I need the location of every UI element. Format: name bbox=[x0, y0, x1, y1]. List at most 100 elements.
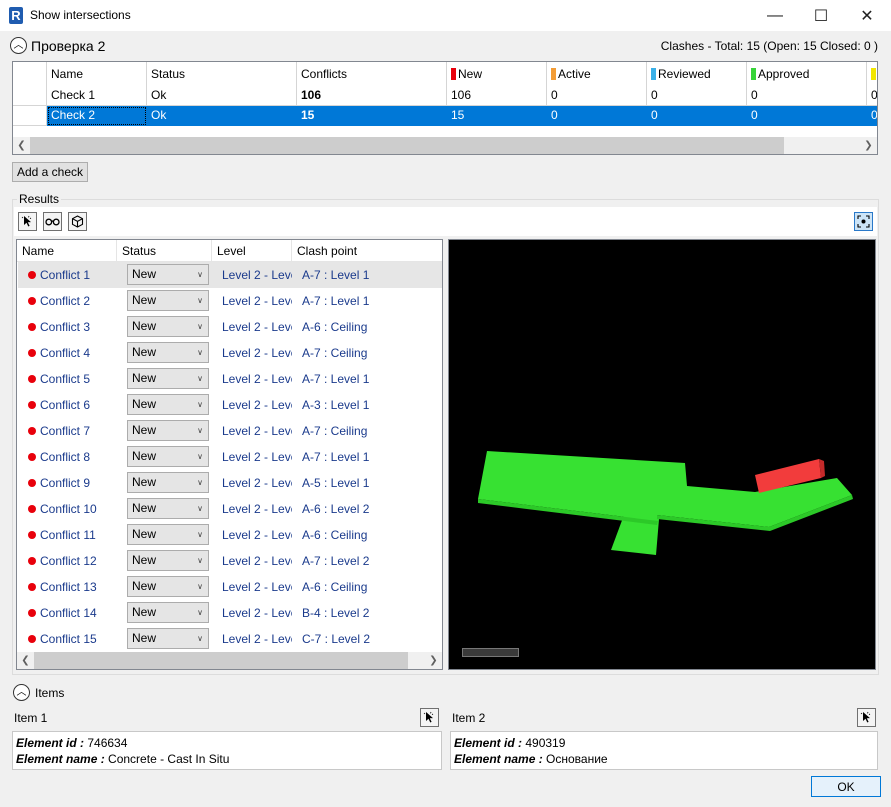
conflict-name[interactable]: Conflict 8 bbox=[40, 450, 90, 464]
check-active-cell[interactable]: 0 bbox=[547, 106, 647, 126]
conflict-status-dropdown[interactable]: New ∨ bbox=[127, 342, 209, 363]
check-conflicts-cell[interactable]: 15 bbox=[297, 106, 447, 126]
collapse-items-icon[interactable]: ︿ bbox=[13, 684, 30, 701]
conflict-name[interactable]: Conflict 5 bbox=[40, 372, 90, 386]
zoom-fit-icon[interactable] bbox=[854, 212, 873, 231]
conflict-status-dropdown[interactable]: New ∨ bbox=[127, 264, 209, 285]
ok-button[interactable]: OK bbox=[811, 776, 881, 797]
check-approved-cell[interactable]: 0 bbox=[747, 106, 867, 126]
checks-grid-hscrollbar[interactable]: ❮ ❯ bbox=[13, 137, 877, 154]
list-col-clash-point[interactable]: Clash point bbox=[292, 240, 442, 262]
check-status-cell[interactable]: Ok bbox=[147, 106, 297, 126]
scroll-left-icon[interactable]: ❮ bbox=[13, 137, 30, 154]
conflict-row[interactable]: Conflict 11 New ∨ Level 2 - Leve A-6 : Ceili… bbox=[18, 522, 442, 548]
conflict-status-dropdown[interactable]: New ∨ bbox=[127, 368, 209, 389]
conflict-row[interactable]: Conflict 6 New ∨ Level 2 - Leve A-3 : Level … bbox=[18, 392, 442, 418]
col-header-extra[interactable] bbox=[867, 62, 877, 86]
check-reviewed-cell[interactable]: 0 bbox=[647, 106, 747, 126]
conflict-name[interactable]: Conflict 1 bbox=[40, 268, 90, 282]
glasses-icon[interactable] bbox=[43, 212, 62, 231]
conflict-status-dropdown[interactable]: New ∨ bbox=[127, 498, 209, 519]
check-approved-cell[interactable]: 0 bbox=[747, 86, 867, 106]
checks-grid-row[interactable]: Check 1 Ok 106 106 0 0 0 0 bbox=[13, 86, 877, 106]
conflict-name[interactable]: Conflict 13 bbox=[40, 580, 97, 594]
conflict-name[interactable]: Conflict 11 bbox=[40, 528, 96, 542]
pick-item1-icon[interactable] bbox=[420, 708, 439, 727]
minimize-button[interactable]: — bbox=[752, 0, 798, 31]
conflict-row[interactable]: Conflict 3 New ∨ Level 2 - Leve A-6 : Ceilin… bbox=[18, 314, 442, 340]
scroll-left-icon[interactable]: ❮ bbox=[17, 652, 34, 669]
conflict-status-dropdown[interactable]: New ∨ bbox=[127, 316, 209, 337]
maximize-button[interactable]: ☐ bbox=[798, 0, 844, 31]
check-status-cell[interactable]: Ok bbox=[147, 86, 297, 106]
collapse-check-icon[interactable]: ︿ bbox=[10, 37, 27, 54]
model-preview bbox=[478, 451, 853, 555]
conflict-status-dropdown[interactable]: New ∨ bbox=[127, 524, 209, 545]
row-header[interactable] bbox=[13, 86, 47, 106]
conflict-status-dropdown[interactable]: New ∨ bbox=[127, 628, 209, 649]
list-col-name[interactable]: Name bbox=[17, 240, 117, 262]
check-active-cell[interactable]: 0 bbox=[547, 86, 647, 106]
col-header-approved[interactable]: Approved bbox=[747, 62, 867, 86]
col-header-status[interactable]: Status bbox=[147, 62, 297, 86]
conflict-status-dropdown[interactable]: New ∨ bbox=[127, 420, 209, 441]
conflict-row[interactable]: Conflict 7 New ∨ Level 2 - Leve A-7 : Ceilin… bbox=[18, 418, 442, 444]
conflict-name[interactable]: Conflict 15 bbox=[40, 632, 97, 646]
conflict-row[interactable]: Conflict 1 New ∨ Level 2 - Leve A-7 : Level … bbox=[18, 262, 442, 288]
conflicts-hscrollbar[interactable]: ❮ ❯ bbox=[17, 652, 442, 669]
conflict-status-dropdown[interactable]: New ∨ bbox=[127, 394, 209, 415]
col-header-conflicts[interactable]: Conflicts bbox=[297, 62, 447, 86]
conflict-name[interactable]: Conflict 9 bbox=[40, 476, 90, 490]
check-reviewed-cell[interactable]: 0 bbox=[647, 86, 747, 106]
conflict-status-dropdown[interactable]: New ∨ bbox=[127, 290, 209, 311]
list-col-level[interactable]: Level bbox=[212, 240, 292, 262]
check-extra-cell[interactable]: 0 bbox=[867, 106, 877, 126]
conflict-row[interactable]: Conflict 2 New ∨ Level 2 - Leve A-7 : Level … bbox=[18, 288, 442, 314]
conflict-status-dropdown[interactable]: New ∨ bbox=[127, 550, 209, 571]
conflict-name[interactable]: Conflict 4 bbox=[40, 346, 90, 360]
row-header[interactable] bbox=[13, 106, 47, 126]
col-header-reviewed[interactable]: Reviewed bbox=[647, 62, 747, 86]
check-conflicts-cell[interactable]: 106 bbox=[297, 86, 447, 106]
conflict-status-dropdown[interactable]: New ∨ bbox=[127, 602, 209, 623]
conflict-row[interactable]: Conflict 8 New ∨ Level 2 - Leve A-7 : Level … bbox=[18, 444, 442, 470]
col-header-new[interactable]: New bbox=[447, 62, 547, 86]
select-cursor-icon[interactable] bbox=[18, 212, 37, 231]
conflict-name[interactable]: Conflict 3 bbox=[40, 320, 90, 334]
conflict-row[interactable]: Conflict 12 New ∨ Level 2 - Leve A-7 : Level… bbox=[18, 548, 442, 574]
conflict-name[interactable]: Conflict 10 bbox=[40, 502, 97, 516]
scroll-right-icon[interactable]: ❯ bbox=[860, 137, 877, 154]
check-name-cell[interactable]: Check 1 bbox=[47, 86, 147, 106]
conflict-row[interactable]: Conflict 9 New ∨ Level 2 - Leve A-5 : Level … bbox=[18, 470, 442, 496]
conflict-status-dropdown[interactable]: New ∨ bbox=[127, 576, 209, 597]
conflict-status-dropdown[interactable]: New ∨ bbox=[127, 472, 209, 493]
list-col-status[interactable]: Status bbox=[117, 240, 212, 262]
conflict-name[interactable]: Conflict 12 bbox=[40, 554, 97, 568]
3d-viewer[interactable] bbox=[448, 239, 876, 670]
conflict-name[interactable]: Conflict 7 bbox=[40, 424, 90, 438]
conflict-name[interactable]: Conflict 2 bbox=[40, 294, 90, 308]
conflict-row[interactable]: Conflict 10 New ∨ Level 2 - Leve A-6 : Level… bbox=[18, 496, 442, 522]
check-extra-cell[interactable]: 0 bbox=[867, 86, 877, 106]
conflict-name[interactable]: Conflict 14 bbox=[40, 606, 97, 620]
scroll-thumb[interactable] bbox=[34, 652, 408, 669]
add-check-button[interactable]: Add a check bbox=[12, 162, 88, 182]
conflict-row[interactable]: Conflict 4 New ∨ Level 2 - Leve A-7 : Ceilin… bbox=[18, 340, 442, 366]
conflict-name[interactable]: Conflict 6 bbox=[40, 398, 90, 412]
scroll-thumb[interactable] bbox=[30, 137, 784, 154]
checks-grid-row-selected[interactable]: Check 2 Ok 15 15 0 0 0 0 bbox=[13, 106, 877, 126]
conflict-row[interactable]: Conflict 5 New ∨ Level 2 - Leve A-7 : Level … bbox=[18, 366, 442, 392]
scroll-right-icon[interactable]: ❯ bbox=[425, 652, 442, 669]
check-name-cell[interactable]: Check 2 bbox=[47, 106, 147, 126]
col-header-active[interactable]: Active bbox=[547, 62, 647, 86]
3d-cube-icon[interactable] bbox=[68, 212, 87, 231]
conflict-status-dropdown[interactable]: New ∨ bbox=[127, 446, 209, 467]
col-header-name[interactable]: Name bbox=[47, 62, 147, 86]
conflict-row[interactable]: Conflict 14 New ∨ Level 2 - Leve B-4 : Level… bbox=[18, 600, 442, 626]
conflict-row[interactable]: Conflict 15 New ∨ Level 2 - Leve C-7 : Level… bbox=[18, 626, 442, 652]
conflict-row[interactable]: Conflict 13 New ∨ Level 2 - Leve A-6 : Ceili… bbox=[18, 574, 442, 600]
close-button[interactable]: ✕ bbox=[844, 0, 890, 31]
pick-item2-icon[interactable] bbox=[857, 708, 876, 727]
check-new-cell[interactable]: 15 bbox=[447, 106, 547, 126]
check-new-cell[interactable]: 106 bbox=[447, 86, 547, 106]
